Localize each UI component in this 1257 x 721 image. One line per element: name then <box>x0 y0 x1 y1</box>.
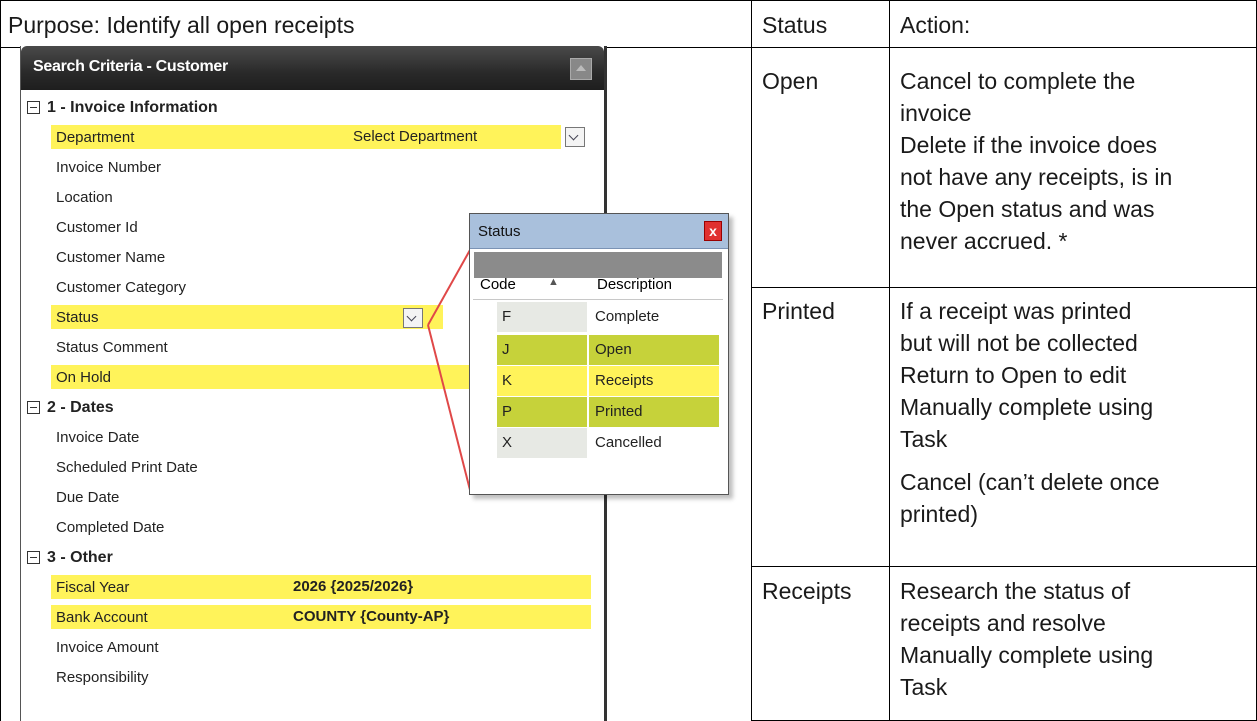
col-header-description[interactable]: Description <box>597 276 672 293</box>
status-option-complete[interactable]: F Complete <box>497 302 719 332</box>
header-divider <box>473 299 723 300</box>
status-option-cancelled[interactable]: X Cancelled <box>497 428 719 458</box>
callout-line-top <box>427 249 471 326</box>
status-option-open[interactable]: J Open <box>497 335 719 365</box>
status-option-printed[interactable]: P Printed <box>497 397 719 427</box>
close-icon[interactable]: x <box>704 221 722 241</box>
popup-search-input[interactable] <box>474 252 722 278</box>
popup-title-bar: Status x <box>470 214 728 249</box>
status-option-receipts[interactable]: K Receipts <box>497 366 719 396</box>
sort-ascending-icon: ▲ <box>548 276 559 288</box>
callout-line-bottom <box>427 324 471 491</box>
col-header-code[interactable]: Code <box>480 276 516 293</box>
popup-title: Status <box>478 223 521 240</box>
